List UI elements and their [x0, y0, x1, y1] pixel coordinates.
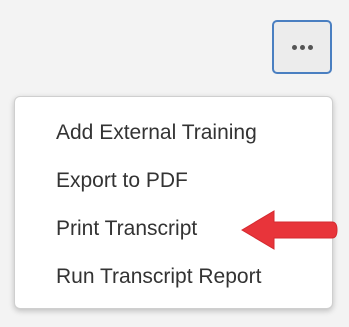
left-pointing-arrow-icon: [241, 210, 338, 250]
more-options-button[interactable]: [272, 20, 332, 74]
options-dropdown-menu: Add External Training Export to PDF Prin…: [14, 96, 333, 309]
more-horizontal-icon: [291, 44, 313, 50]
menu-item-run-transcript-report[interactable]: Run Transcript Report: [15, 253, 332, 301]
menu-item-add-external-training[interactable]: Add External Training: [15, 109, 332, 157]
menu-item-export-to-pdf[interactable]: Export to PDF: [15, 157, 332, 205]
